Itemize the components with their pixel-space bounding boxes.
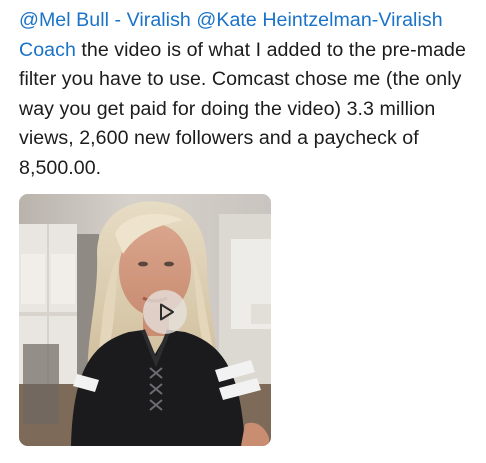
video-thumbnail[interactable] [19,194,271,446]
post-body: the video is of what I added to the pre-… [19,38,466,179]
play-icon [159,303,174,321]
post-text: @Mel Bull - Viralish @Kate Heintzelman-V… [19,6,471,183]
play-button[interactable] [143,290,187,334]
mention-mel-bull[interactable]: @Mel Bull - Viralish [19,9,191,31]
post: @Mel Bull - Viralish @Kate Heintzelman-V… [19,6,471,183]
